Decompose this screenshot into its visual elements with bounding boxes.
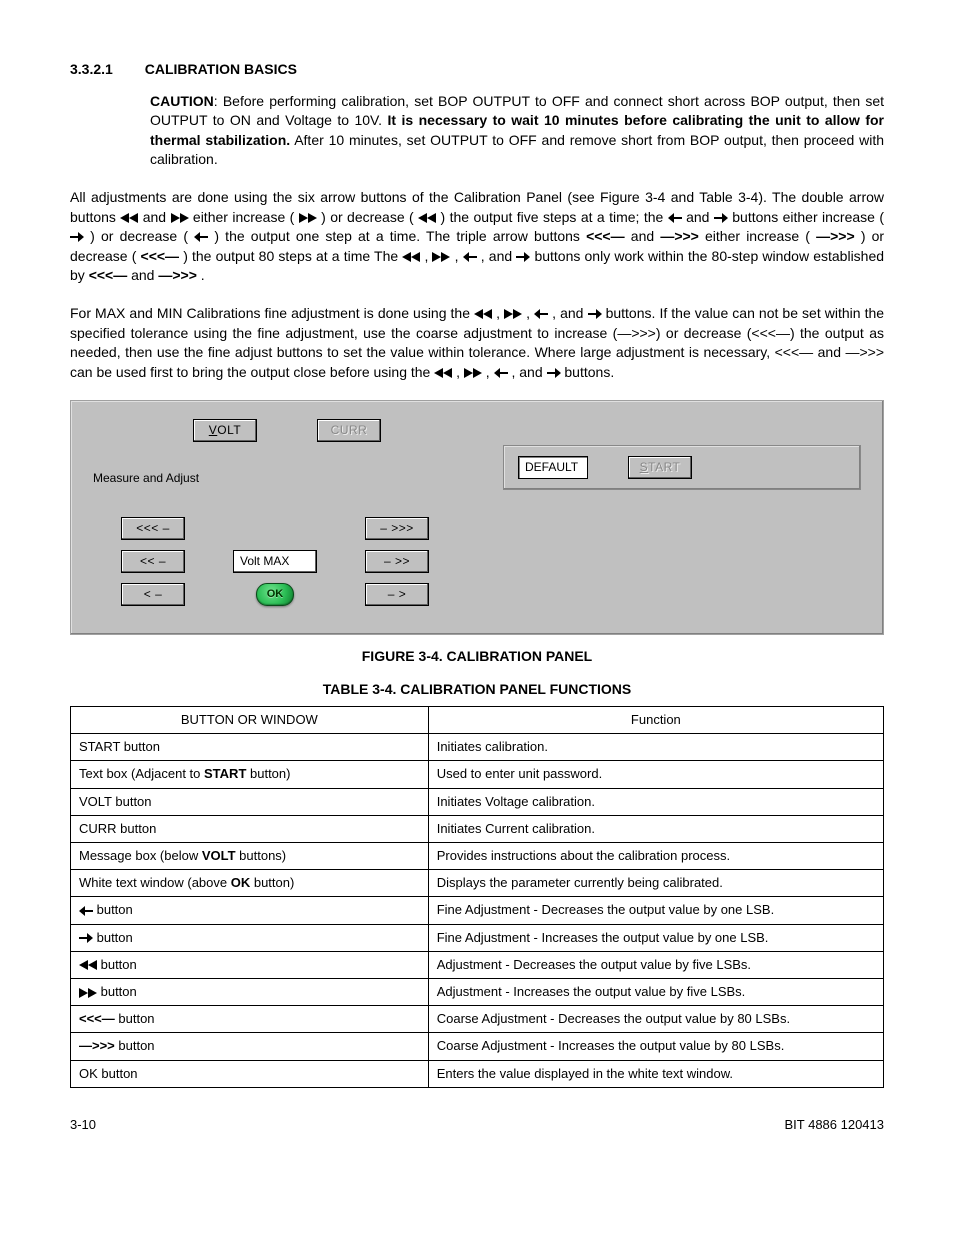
table-cell-function: Coarse Adjustment - Increases the output… <box>428 1033 883 1060</box>
table-cell-button: button <box>71 951 429 978</box>
table-cell-function: Enters the value displayed in the white … <box>428 1060 883 1087</box>
left2-icon <box>79 960 97 970</box>
left-arrow-icon <box>668 213 682 223</box>
table-cell-function: Initiates calibration. <box>428 734 883 761</box>
table-cell-button: button <box>71 897 429 924</box>
table-row: <<<— buttonCoarse Adjustment - Decreases… <box>71 1006 884 1033</box>
fine-increase-button[interactable]: – > <box>365 583 429 606</box>
table-cell-button: button <box>71 924 429 951</box>
table-cell-button: Text box (Adjacent to START button) <box>71 761 429 788</box>
medium-increase-button[interactable]: – >> <box>365 550 429 573</box>
page-footer: 3-10 BIT 4886 120413 <box>70 1116 884 1134</box>
table-row: VOLT buttonInitiates Voltage calibration… <box>71 788 884 815</box>
rewind-icon <box>402 252 420 262</box>
table-cell-function: Fine Adjustment - Decreases the output v… <box>428 897 883 924</box>
table-cell-function: Initiates Current calibration. <box>428 815 883 842</box>
functions-table: BUTTON OR WINDOW Function START buttonIn… <box>70 706 884 1088</box>
right-arrow-icon <box>547 368 561 378</box>
table-row: Message box (below VOLT buttons)Provides… <box>71 843 884 870</box>
table-cell-button: button <box>71 978 429 1005</box>
table-header-1: BUTTON OR WINDOW <box>71 707 429 734</box>
table-row: Text box (Adjacent to START button)Used … <box>71 761 884 788</box>
table-cell-function: Fine Adjustment - Increases the output v… <box>428 924 883 951</box>
left-arrow-icon <box>534 309 548 319</box>
table-row: buttonAdjustment - Increases the output … <box>71 978 884 1005</box>
medium-decrease-button[interactable]: << – <box>121 550 185 573</box>
table-cell-button: VOLT button <box>71 788 429 815</box>
table-cell-button: —>>> button <box>71 1033 429 1060</box>
start-button[interactable]: START <box>628 456 692 479</box>
table-cell-button: <<<— button <box>71 1006 429 1033</box>
curr-button[interactable]: CURR <box>317 419 381 442</box>
table-row: buttonFine Adjustment - Increases the ou… <box>71 924 884 951</box>
table-cell-button: OK button <box>71 1060 429 1087</box>
table-row: White text window (above OK button)Displ… <box>71 870 884 897</box>
table-row: START buttonInitiates calibration. <box>71 734 884 761</box>
fast-forward-icon <box>171 213 189 223</box>
parameter-display: Volt MAX <box>233 550 317 573</box>
table-cell-function: Adjustment - Increases the output value … <box>428 978 883 1005</box>
fast-forward-icon <box>464 368 482 378</box>
caution-label: CAUTION <box>150 93 214 109</box>
table-cell-button: CURR button <box>71 815 429 842</box>
table-caption: TABLE 3-4. CALIBRATION PANEL FUNCTIONS <box>70 680 884 700</box>
table-row: OK buttonEnters the value displayed in t… <box>71 1060 884 1087</box>
table-cell-button: Message box (below VOLT buttons) <box>71 843 429 870</box>
fast-forward-icon <box>432 252 450 262</box>
left1-icon <box>79 906 93 916</box>
doc-id: BIT 4886 120413 <box>784 1116 884 1134</box>
figure-caption: FIGURE 3-4. CALIBRATION PANEL <box>70 647 884 667</box>
section-heading: 3.3.2.1 CALIBRATION BASICS <box>70 60 884 80</box>
right2-icon <box>79 988 97 998</box>
section-number: 3.3.2.1 <box>70 61 113 77</box>
calibration-panel: VOLT CURR Measure and Adjust <<< – – >>>… <box>70 400 884 635</box>
right-arrow-icon <box>70 232 84 242</box>
table-cell-function: Used to enter unit password. <box>428 761 883 788</box>
left-arrow-icon <box>194 232 208 242</box>
table-cell-button: START button <box>71 734 429 761</box>
paragraph-1: All adjustments are done using the six a… <box>70 188 884 286</box>
table-row: buttonFine Adjustment - Decreases the ou… <box>71 897 884 924</box>
table-cell-function: Coarse Adjustment - Decreases the output… <box>428 1006 883 1033</box>
fast-forward-icon <box>504 309 522 319</box>
table-header-row: BUTTON OR WINDOW Function <box>71 707 884 734</box>
paragraph-2: For MAX and MIN Calibrations fine adjust… <box>70 304 884 382</box>
right-arrow-icon <box>714 213 728 223</box>
table-cell-function: Adjustment - Decreases the output value … <box>428 951 883 978</box>
section-title: CALIBRATION BASICS <box>145 61 297 77</box>
caution-block: CAUTION: Before performing calibration, … <box>150 92 884 170</box>
rewind-icon <box>434 368 452 378</box>
fast-forward-icon <box>299 213 317 223</box>
coarse-increase-button[interactable]: – >>> <box>365 517 429 540</box>
table-row: —>>> buttonCoarse Adjustment - Increases… <box>71 1033 884 1060</box>
left-arrow-icon <box>494 368 508 378</box>
table-row: CURR buttonInitiates Current calibration… <box>71 815 884 842</box>
volt-button[interactable]: VOLT <box>193 419 257 442</box>
table-cell-function: Provides instructions about the calibrat… <box>428 843 883 870</box>
coarse-decrease-button[interactable]: <<< – <box>121 517 185 540</box>
table-cell-function: Displays the parameter currently being c… <box>428 870 883 897</box>
right-arrow-icon <box>516 252 530 262</box>
page-number: 3-10 <box>70 1116 96 1134</box>
calibration-panel-left: VOLT CURR Measure and Adjust <<< – – >>>… <box>93 419 473 606</box>
rewind-icon <box>120 213 138 223</box>
message-box: Measure and Adjust <box>93 468 199 489</box>
table-cell-function: Initiates Voltage calibration. <box>428 788 883 815</box>
right-arrow-icon <box>588 309 602 319</box>
rewind-icon <box>474 309 492 319</box>
calibration-panel-right: DEFAULT START <box>503 419 861 606</box>
table-cell-button: White text window (above OK button) <box>71 870 429 897</box>
rewind-icon <box>418 213 436 223</box>
table-header-2: Function <box>428 707 883 734</box>
left-arrow-icon <box>463 252 477 262</box>
ok-button[interactable]: OK <box>256 583 294 606</box>
right1-icon <box>79 933 93 943</box>
password-field[interactable]: DEFAULT <box>518 456 588 479</box>
fine-decrease-button[interactable]: < – <box>121 583 185 606</box>
table-row: buttonAdjustment - Decreases the output … <box>71 951 884 978</box>
